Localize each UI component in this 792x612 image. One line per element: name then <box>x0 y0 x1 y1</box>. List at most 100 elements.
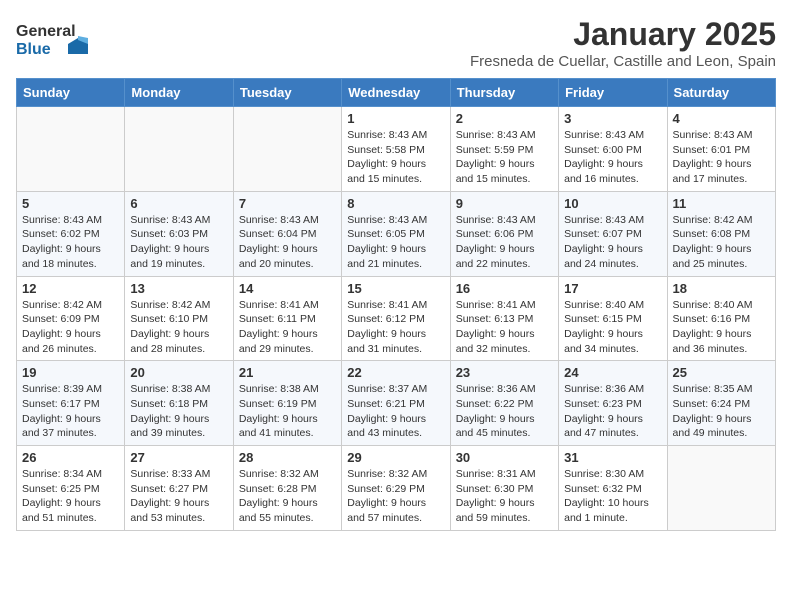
day-info: Sunrise: 8:36 AMSunset: 6:23 PMDaylight:… <box>564 382 661 441</box>
day-number: 22 <box>347 365 444 380</box>
calendar-cell: 19 Sunrise: 8:39 AMSunset: 6:17 PMDayligh… <box>17 361 125 446</box>
calendar-cell: 20 Sunrise: 8:38 AMSunset: 6:18 PMDayligh… <box>125 361 233 446</box>
day-number: 11 <box>673 196 770 211</box>
calendar-week-row: 26Sunrise: 8:34 AMSunset: 6:25 PMDayligh… <box>17 446 776 531</box>
calendar-cell: 7Sunrise: 8:43 AMSunset: 6:04 PMDaylight… <box>233 191 341 276</box>
day-info: Sunrise: 8:43 AMSunset: 6:04 PMDaylight:… <box>239 213 336 272</box>
calendar-cell: 15 Sunrise: 8:41 AMSunset: 6:12 PMDayligh… <box>342 276 450 361</box>
day-number: 20 <box>130 365 227 380</box>
day-number: 4 <box>673 111 770 126</box>
calendar-cell: 4Sunrise: 8:43 AMSunset: 6:01 PMDaylight… <box>667 107 775 192</box>
calendar-cell: 17 Sunrise: 8:40 AMSunset: 6:15 PMDayligh… <box>559 276 667 361</box>
day-number: 3 <box>564 111 661 126</box>
day-number: 21 <box>239 365 336 380</box>
day-number: 5 <box>22 196 119 211</box>
day-info: Sunrise: 8:35 AMSunset: 6:24 PMDaylight:… <box>673 382 770 441</box>
day-number: 6 <box>130 196 227 211</box>
day-number: 15 <box>347 281 444 296</box>
day-info: Sunrise: 8:41 AMSunset: 6:12 PMDaylight:… <box>347 298 444 357</box>
calendar-cell: 6 Sunrise: 8:43 AMSunset: 6:03 PMDaylight… <box>125 191 233 276</box>
day-info: Sunrise: 8:40 AMSunset: 6:15 PMDaylight:… <box>564 298 661 357</box>
weekday-header: Saturday <box>667 79 775 107</box>
weekday-header: Sunday <box>17 79 125 107</box>
svg-text:General: General <box>16 23 76 40</box>
day-number: 30 <box>456 450 553 465</box>
weekday-header: Wednesday <box>342 79 450 107</box>
weekday-header-row: SundayMondayTuesdayWednesdayThursdayFrid… <box>17 79 776 107</box>
calendar-cell: 31 Sunrise: 8:30 AMSunset: 6:32 PMDayligh… <box>559 446 667 531</box>
calendar-week-row: 12Sunrise: 8:42 AMSunset: 6:09 PMDayligh… <box>17 276 776 361</box>
weekday-header: Thursday <box>450 79 558 107</box>
day-number: 26 <box>22 450 119 465</box>
day-number: 28 <box>239 450 336 465</box>
day-number: 16 <box>456 281 553 296</box>
calendar-cell: 18 Sunrise: 8:40 AMSunset: 6:16 PMDayligh… <box>667 276 775 361</box>
calendar-cell: 16Sunrise: 8:41 AMSunset: 6:13 PMDayligh… <box>450 276 558 361</box>
calendar-cell: 9Sunrise: 8:43 AMSunset: 6:06 PMDaylight… <box>450 191 558 276</box>
calendar-cell: 23 Sunrise: 8:36 AMSunset: 6:22 PMDayligh… <box>450 361 558 446</box>
day-info: Sunrise: 8:31 AMSunset: 6:30 PMDaylight:… <box>456 467 553 526</box>
calendar-cell: 27 Sunrise: 8:33 AMSunset: 6:27 PMDayligh… <box>125 446 233 531</box>
day-info: Sunrise: 8:40 AMSunset: 6:16 PMDaylight:… <box>673 298 770 357</box>
day-number: 8 <box>347 196 444 211</box>
day-number: 17 <box>564 281 661 296</box>
day-number: 24 <box>564 365 661 380</box>
day-info: Sunrise: 8:43 AMSunset: 6:03 PMDaylight:… <box>130 213 227 272</box>
day-info: Sunrise: 8:43 AMSunset: 5:58 PMDaylight:… <box>347 128 444 187</box>
day-info: Sunrise: 8:42 AMSunset: 6:09 PMDaylight:… <box>22 298 119 357</box>
day-number: 14 <box>239 281 336 296</box>
day-number: 2 <box>456 111 553 126</box>
calendar-cell <box>17 107 125 192</box>
svg-text:Blue: Blue <box>16 41 51 58</box>
calendar-cell: 2Sunrise: 8:43 AMSunset: 5:59 PMDaylight… <box>450 107 558 192</box>
calendar-cell: 11 Sunrise: 8:42 AMSunset: 6:08 PMDayligh… <box>667 191 775 276</box>
day-number: 1 <box>347 111 444 126</box>
calendar-cell: 24 Sunrise: 8:36 AMSunset: 6:23 PMDayligh… <box>559 361 667 446</box>
calendar-cell: 12Sunrise: 8:42 AMSunset: 6:09 PMDayligh… <box>17 276 125 361</box>
calendar-cell: 29Sunrise: 8:32 AMSunset: 6:29 PMDayligh… <box>342 446 450 531</box>
header: General Blue January 2025 Fresneda de Cu… <box>16 16 776 70</box>
day-info: Sunrise: 8:42 AMSunset: 6:10 PMDaylight:… <box>130 298 227 357</box>
day-info: Sunrise: 8:36 AMSunset: 6:22 PMDaylight:… <box>456 382 553 441</box>
day-info: Sunrise: 8:32 AMSunset: 6:28 PMDaylight:… <box>239 467 336 526</box>
logo-svg: General Blue <box>16 16 96 60</box>
calendar-cell: 25Sunrise: 8:35 AMSunset: 6:24 PMDayligh… <box>667 361 775 446</box>
calendar-cell: 3 Sunrise: 8:43 AMSunset: 6:00 PMDaylight… <box>559 107 667 192</box>
day-info: Sunrise: 8:32 AMSunset: 6:29 PMDaylight:… <box>347 467 444 526</box>
day-info: Sunrise: 8:43 AMSunset: 6:00 PMDaylight:… <box>564 128 661 187</box>
weekday-header: Friday <box>559 79 667 107</box>
day-info: Sunrise: 8:38 AMSunset: 6:18 PMDaylight:… <box>130 382 227 441</box>
day-number: 19 <box>22 365 119 380</box>
calendar-week-row: 19 Sunrise: 8:39 AMSunset: 6:17 PMDayligh… <box>17 361 776 446</box>
calendar-cell <box>233 107 341 192</box>
calendar-cell: 28 Sunrise: 8:32 AMSunset: 6:28 PMDayligh… <box>233 446 341 531</box>
calendar-week-row: 5 Sunrise: 8:43 AMSunset: 6:02 PMDaylight… <box>17 191 776 276</box>
calendar-cell <box>125 107 233 192</box>
day-info: Sunrise: 8:43 AMSunset: 6:06 PMDaylight:… <box>456 213 553 272</box>
day-info: Sunrise: 8:39 AMSunset: 6:17 PMDaylight:… <box>22 382 119 441</box>
day-info: Sunrise: 8:43 AMSunset: 6:02 PMDaylight:… <box>22 213 119 272</box>
day-info: Sunrise: 8:41 AMSunset: 6:11 PMDaylight:… <box>239 298 336 357</box>
calendar-cell: 5 Sunrise: 8:43 AMSunset: 6:02 PMDaylight… <box>17 191 125 276</box>
day-info: Sunrise: 8:42 AMSunset: 6:08 PMDaylight:… <box>673 213 770 272</box>
day-number: 27 <box>130 450 227 465</box>
weekday-header: Tuesday <box>233 79 341 107</box>
day-number: 13 <box>130 281 227 296</box>
calendar-cell: 21Sunrise: 8:38 AMSunset: 6:19 PMDayligh… <box>233 361 341 446</box>
day-info: Sunrise: 8:37 AMSunset: 6:21 PMDaylight:… <box>347 382 444 441</box>
month-title: January 2025 <box>470 16 776 53</box>
calendar-cell: 10Sunrise: 8:43 AMSunset: 6:07 PMDayligh… <box>559 191 667 276</box>
location-title: Fresneda de Cuellar, Castille and Leon, … <box>470 53 776 70</box>
day-info: Sunrise: 8:33 AMSunset: 6:27 PMDaylight:… <box>130 467 227 526</box>
weekday-header: Monday <box>125 79 233 107</box>
day-number: 31 <box>564 450 661 465</box>
day-number: 10 <box>564 196 661 211</box>
calendar-cell: 30 Sunrise: 8:31 AMSunset: 6:30 PMDayligh… <box>450 446 558 531</box>
day-number: 18 <box>673 281 770 296</box>
day-number: 23 <box>456 365 553 380</box>
day-info: Sunrise: 8:43 AMSunset: 6:05 PMDaylight:… <box>347 213 444 272</box>
calendar-cell: 13 Sunrise: 8:42 AMSunset: 6:10 PMDayligh… <box>125 276 233 361</box>
day-info: Sunrise: 8:30 AMSunset: 6:32 PMDaylight:… <box>564 467 661 526</box>
calendar-cell: 8 Sunrise: 8:43 AMSunset: 6:05 PMDaylight… <box>342 191 450 276</box>
calendar-week-row: 1 Sunrise: 8:43 AMSunset: 5:58 PMDaylight… <box>17 107 776 192</box>
